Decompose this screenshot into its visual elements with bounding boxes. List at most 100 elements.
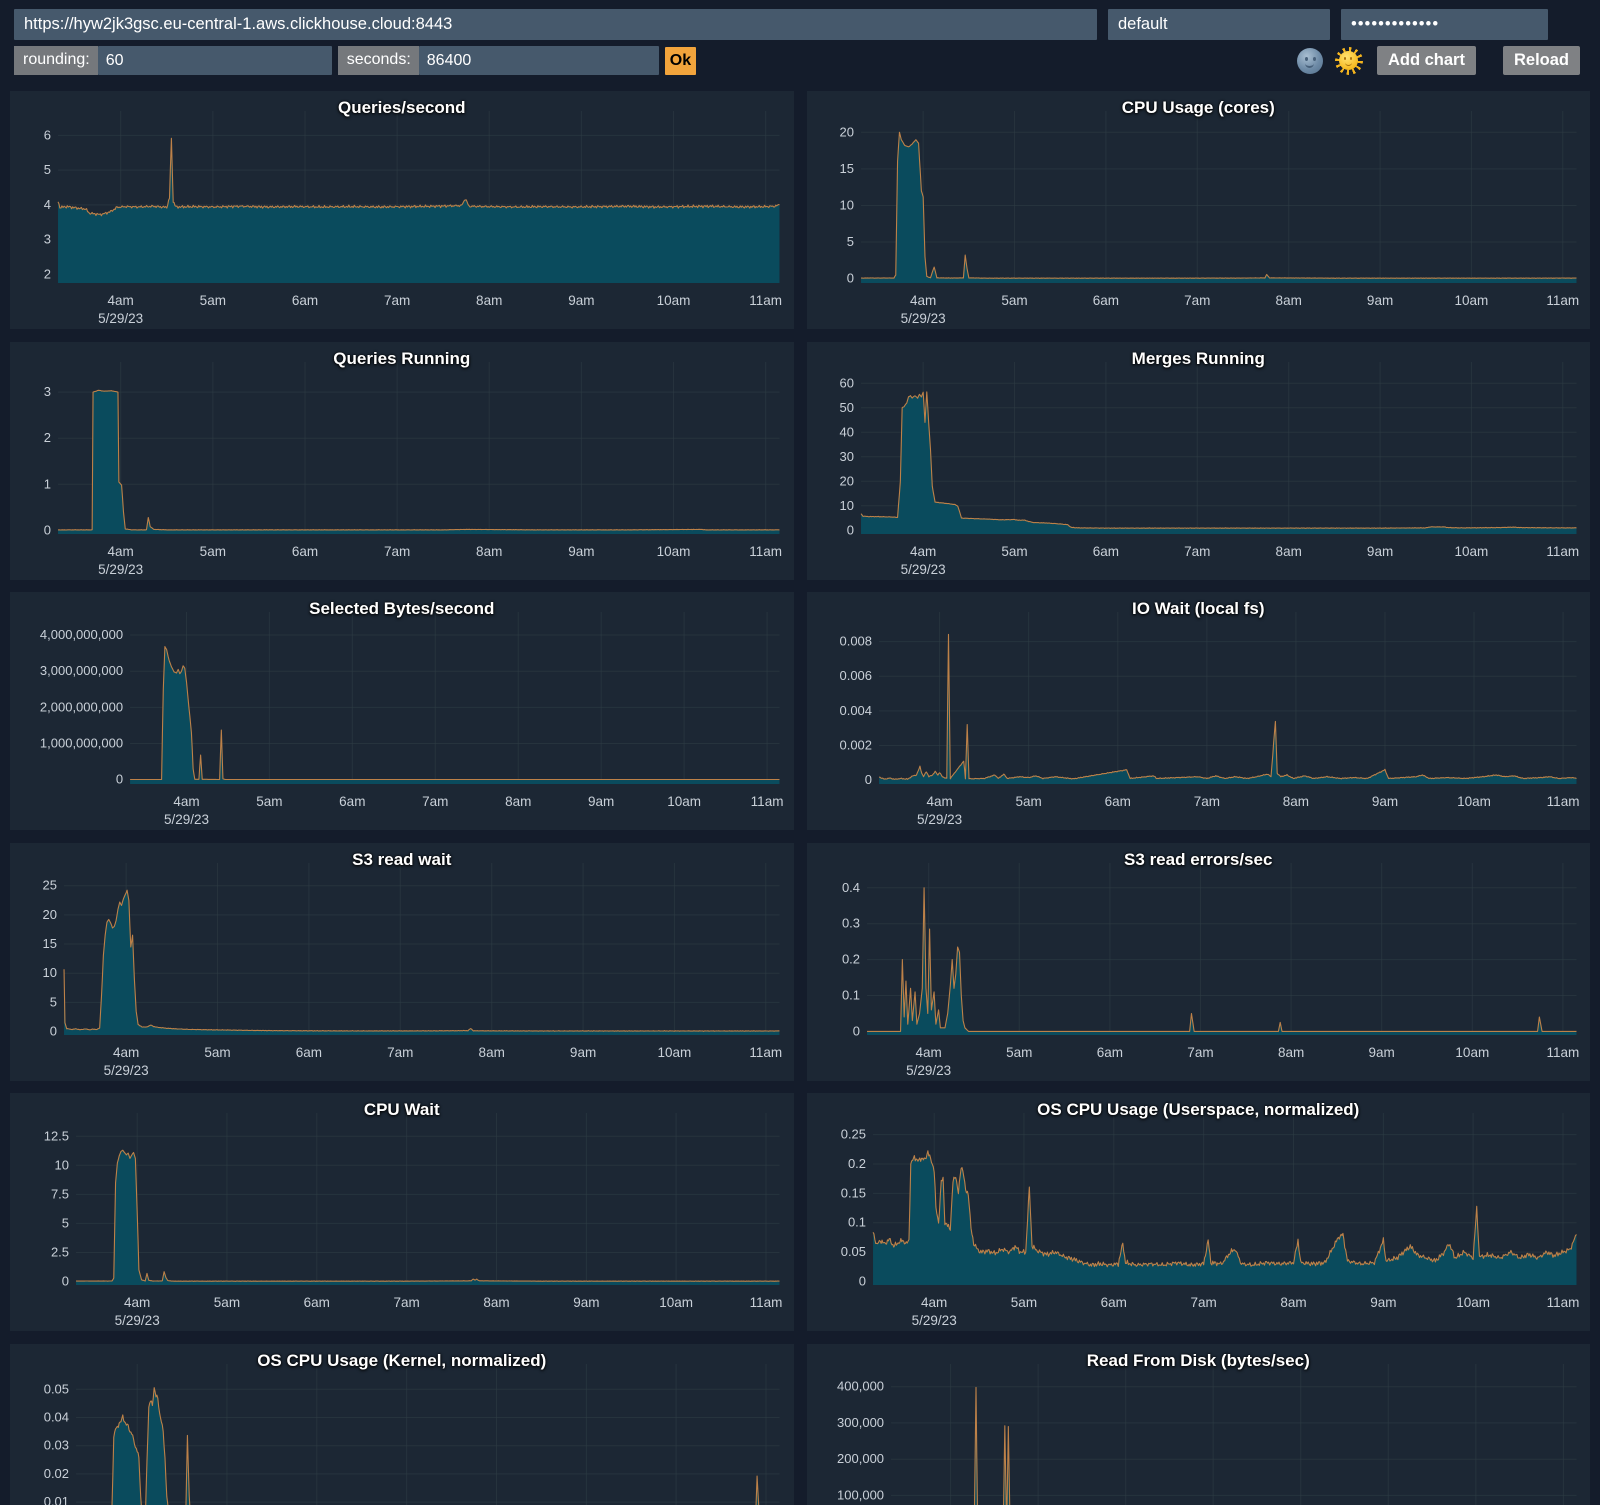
svg-text:20: 20 bbox=[839, 124, 853, 139]
dark-theme-moon-icon[interactable] bbox=[1297, 48, 1323, 74]
svg-text:2.5: 2.5 bbox=[51, 1245, 69, 1260]
password-input[interactable] bbox=[1341, 9, 1548, 40]
svg-text:4,000,000,000: 4,000,000,000 bbox=[40, 627, 123, 642]
svg-text:4am: 4am bbox=[108, 293, 134, 308]
svg-text:15: 15 bbox=[839, 161, 853, 176]
svg-text:11am: 11am bbox=[749, 293, 782, 308]
svg-text:9am: 9am bbox=[570, 1045, 596, 1060]
svg-text:11am: 11am bbox=[749, 1045, 782, 1060]
sun-core bbox=[1339, 51, 1358, 70]
chart-canvas[interactable]: 4am5/29/235am6am7am8am9am10am11am02.557.… bbox=[10, 1093, 794, 1331]
svg-text:5am: 5am bbox=[204, 1045, 230, 1060]
svg-text:6: 6 bbox=[44, 127, 51, 142]
svg-text:10: 10 bbox=[43, 965, 57, 980]
chart-title: S3 read errors/sec bbox=[807, 850, 1591, 870]
svg-text:7am: 7am bbox=[1190, 1295, 1216, 1310]
svg-text:4am: 4am bbox=[910, 544, 936, 559]
chart-panel-read-from-disk-bytes-sec: Read From Disk (bytes/sec)4am5/29/235am6… bbox=[807, 1344, 1591, 1505]
chart-canvas[interactable]: 4am5/29/235am6am7am8am9am10am11am0510152… bbox=[807, 91, 1591, 329]
svg-text:3: 3 bbox=[44, 384, 51, 399]
svg-text:8am: 8am bbox=[1275, 293, 1301, 308]
svg-text:5: 5 bbox=[50, 994, 57, 1009]
chart-panel-cpu-wait: CPU Wait4am5/29/235am6am7am8am9am10am11a… bbox=[10, 1093, 794, 1331]
user-input[interactable] bbox=[1108, 9, 1330, 40]
svg-text:100,000: 100,000 bbox=[837, 1487, 884, 1502]
charts-grid: Queries/second4am5/29/235am6am7am8am9am1… bbox=[10, 91, 1590, 1505]
controls-bar: rounding: seconds: Ok Add chart Reload bbox=[14, 46, 1580, 75]
seconds-label: seconds: bbox=[338, 46, 419, 75]
chart-panel-merges-running: Merges Running4am5/29/235am6am7am8am9am1… bbox=[807, 342, 1591, 580]
svg-text:2: 2 bbox=[44, 430, 51, 445]
chart-canvas[interactable]: 4am5/29/235am6am7am8am9am10am11am00.0020… bbox=[807, 592, 1591, 830]
svg-text:10am: 10am bbox=[658, 1045, 692, 1060]
svg-text:4: 4 bbox=[44, 197, 51, 212]
svg-text:9am: 9am bbox=[568, 293, 594, 308]
chart-canvas[interactable]: 4am5/29/235am6am7am8am9am10am11am01,000,… bbox=[10, 592, 794, 830]
svg-text:0.002: 0.002 bbox=[839, 738, 872, 753]
chart-canvas[interactable]: 4am5/29/235am6am7am8am9am10am11am0102030… bbox=[807, 342, 1591, 580]
chart-panel-queries-running: Queries Running4am5/29/235am6am7am8am9am… bbox=[10, 342, 794, 580]
svg-text:0: 0 bbox=[846, 522, 853, 537]
svg-text:7.5: 7.5 bbox=[51, 1186, 69, 1201]
chart-panel-s3-read-wait: S3 read wait4am5/29/235am6am7am8am9am10a… bbox=[10, 843, 794, 1081]
chart-title: Selected Bytes/second bbox=[10, 599, 794, 619]
svg-text:8am: 8am bbox=[505, 794, 531, 809]
svg-text:8am: 8am bbox=[1280, 1295, 1306, 1310]
svg-text:5/29/23: 5/29/23 bbox=[104, 1063, 149, 1078]
svg-text:8am: 8am bbox=[1275, 544, 1301, 559]
svg-text:11am: 11am bbox=[1546, 1045, 1579, 1060]
svg-text:8am: 8am bbox=[476, 544, 502, 559]
svg-text:0.1: 0.1 bbox=[841, 987, 859, 1002]
svg-text:15: 15 bbox=[43, 936, 57, 951]
chart-panel-io-wait-local-fs: IO Wait (local fs)4am5/29/235am6am7am8am… bbox=[807, 592, 1591, 830]
svg-text:50: 50 bbox=[839, 399, 853, 414]
svg-text:200,000: 200,000 bbox=[837, 1451, 884, 1466]
svg-text:6am: 6am bbox=[1092, 293, 1118, 308]
svg-text:4am: 4am bbox=[921, 1295, 947, 1310]
svg-text:5am: 5am bbox=[1001, 293, 1027, 308]
chart-canvas[interactable]: 4am5/29/235am6am7am8am9am10am11am00.10.2… bbox=[807, 843, 1591, 1081]
svg-text:11am: 11am bbox=[1546, 794, 1579, 809]
connection-bar bbox=[14, 9, 1548, 40]
svg-text:8am: 8am bbox=[483, 1295, 509, 1310]
chart-canvas[interactable]: 4am5/29/235am6am7am8am9am10am11am0510152… bbox=[10, 843, 794, 1081]
chart-canvas[interactable]: 4am5/29/235am6am7am8am9am10am11am00.050.… bbox=[807, 1093, 1591, 1331]
reload-button[interactable]: Reload bbox=[1503, 46, 1580, 75]
svg-text:4am: 4am bbox=[173, 794, 199, 809]
svg-text:11am: 11am bbox=[749, 544, 782, 559]
svg-text:9am: 9am bbox=[588, 794, 614, 809]
url-input[interactable] bbox=[14, 9, 1097, 40]
svg-text:5/29/23: 5/29/23 bbox=[98, 562, 143, 577]
svg-text:8am: 8am bbox=[1277, 1045, 1303, 1060]
svg-text:11am: 11am bbox=[1546, 1295, 1579, 1310]
chart-canvas[interactable]: 4am5/29/235am6am7am8am9am10am11am23456 bbox=[10, 91, 794, 329]
rounding-input[interactable] bbox=[98, 46, 332, 75]
ok-button[interactable]: Ok bbox=[665, 47, 696, 75]
svg-text:400,000: 400,000 bbox=[837, 1378, 884, 1393]
svg-text:20: 20 bbox=[43, 906, 57, 921]
svg-text:5am: 5am bbox=[1006, 1045, 1032, 1060]
chart-title: S3 read wait bbox=[10, 850, 794, 870]
svg-text:0: 0 bbox=[858, 1274, 865, 1289]
svg-text:10am: 10am bbox=[1454, 544, 1488, 559]
svg-text:10am: 10am bbox=[1455, 1045, 1489, 1060]
chart-canvas[interactable]: 4am5/29/235am6am7am8am9am10am11am0123 bbox=[10, 342, 794, 580]
svg-text:6am: 6am bbox=[1100, 1295, 1126, 1310]
svg-text:2: 2 bbox=[44, 266, 51, 281]
svg-text:5am: 5am bbox=[200, 293, 226, 308]
add-chart-button[interactable]: Add chart bbox=[1377, 46, 1476, 75]
light-theme-sun-icon[interactable] bbox=[1335, 47, 1363, 75]
svg-text:9am: 9am bbox=[573, 1295, 599, 1310]
svg-text:6am: 6am bbox=[1092, 544, 1118, 559]
svg-text:10am: 10am bbox=[667, 794, 701, 809]
svg-text:0.05: 0.05 bbox=[840, 1244, 865, 1259]
svg-text:0.03: 0.03 bbox=[44, 1437, 69, 1452]
svg-text:20: 20 bbox=[839, 473, 853, 488]
svg-text:5am: 5am bbox=[1010, 1295, 1036, 1310]
svg-text:10: 10 bbox=[839, 497, 853, 512]
svg-text:5/29/23: 5/29/23 bbox=[115, 1313, 160, 1328]
svg-text:5/29/23: 5/29/23 bbox=[900, 311, 945, 326]
seconds-input[interactable] bbox=[419, 46, 659, 75]
svg-text:11am: 11am bbox=[751, 794, 784, 809]
svg-text:5: 5 bbox=[44, 162, 51, 177]
